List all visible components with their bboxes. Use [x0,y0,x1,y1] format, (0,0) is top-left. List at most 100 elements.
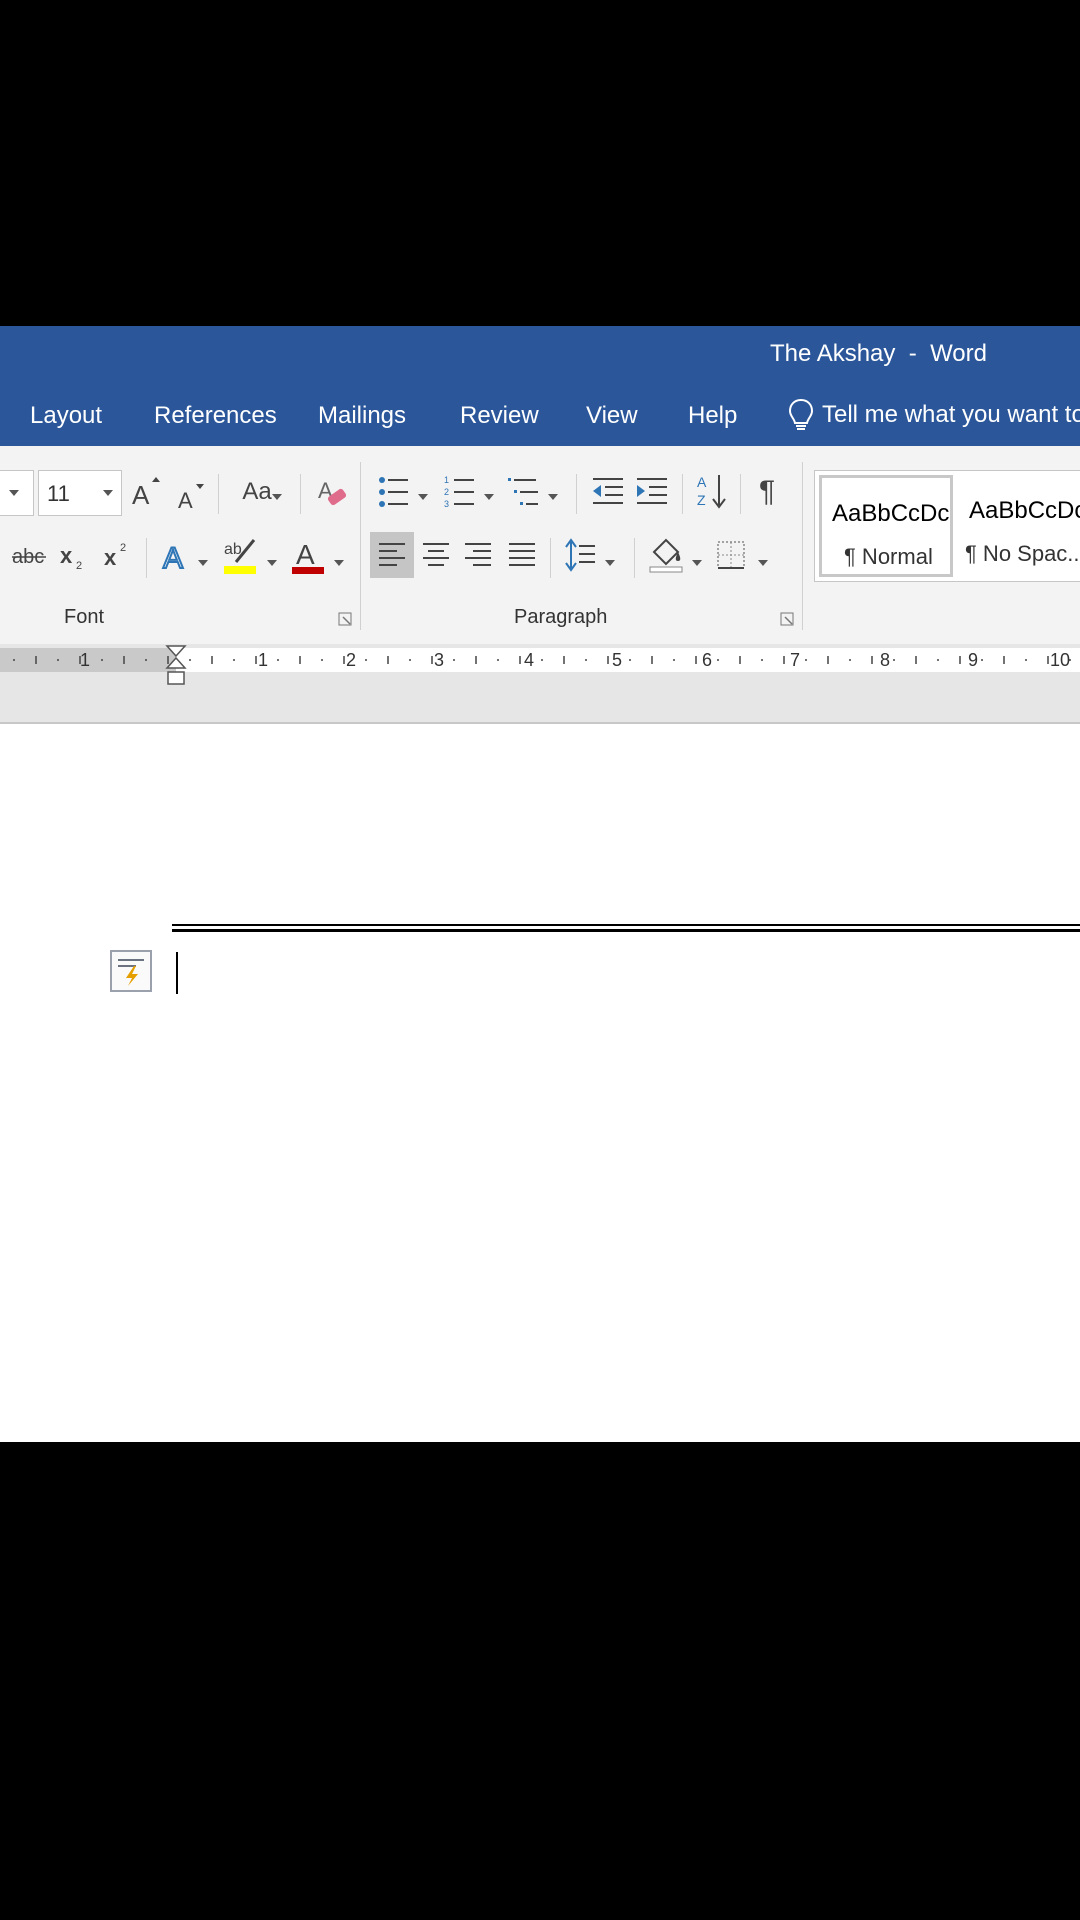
align-center-icon [423,543,449,566]
svg-text:A: A [296,539,315,570]
horizontal-rule-thick [172,929,1080,932]
strikethrough-button[interactable]: abc [10,538,48,574]
separator [146,538,147,578]
dialog-launcher-icon[interactable] [780,612,794,626]
svg-text:A: A [132,480,150,510]
line-spacing-button[interactable] [562,534,598,576]
chevron-down-icon [9,490,19,496]
font-color-button[interactable]: A [290,534,326,578]
justify-icon [509,543,535,566]
paint-bucket-icon [649,538,683,573]
line-spacing-icon [565,538,595,572]
chevron-down-icon [484,494,494,500]
style-name: ¶ No Spac... [965,541,1080,566]
svg-text:1: 1 [444,475,449,485]
font-group-label: Font [64,606,105,628]
sort-button[interactable]: A Z [694,470,730,512]
horizontal-ruler[interactable]: 1 1 2 3 4 5 6 7 8 9 10 [0,644,1080,692]
lightbulb-icon [788,398,814,430]
decrease-indent-button[interactable] [590,472,626,512]
dialog-launcher-icon[interactable] [338,612,352,626]
clear-formatting-button[interactable]: A [316,472,350,512]
style-sample: AaBbCcDc [832,500,950,527]
separator [740,474,741,514]
style-normal[interactable]: AaBbCcDc ¶ Normal [819,475,953,577]
font-name-combo[interactable] [0,470,34,516]
numbering-icon: 1 2 3 [444,475,474,509]
borders-button[interactable] [714,534,748,576]
align-center-button[interactable] [418,534,454,576]
numbering-button[interactable]: 1 2 3 [442,472,478,512]
tab-help[interactable]: Help [688,402,737,430]
superscript-button[interactable]: x 2 [102,538,132,574]
font-size-combo[interactable]: 11 [38,470,122,516]
svg-text:A: A [697,474,707,490]
multilevel-list-button[interactable] [506,472,542,512]
increase-indent-button[interactable] [634,472,670,512]
text-highlight-button[interactable]: ab [222,534,260,578]
style-no-spacing[interactable]: AaBbCcDc ¶ No Spac... [959,475,1080,575]
autoformat-options-button[interactable] [110,950,152,992]
justify-button[interactable] [504,534,540,576]
ribbon-tabs: Layout References Mailings Review View H… [0,382,1080,446]
borders-icon [717,541,745,569]
change-case-button[interactable]: Aa [232,472,282,512]
style-sample: AaBbCcDc [969,497,1080,524]
svg-text:x: x [60,543,73,568]
chevron-down-icon [103,490,113,496]
tab-layout[interactable]: Layout [30,402,102,430]
show-formatting-button[interactable]: ¶ [754,470,788,512]
chevron-down-icon [198,560,208,566]
align-left-icon [379,543,405,566]
styles-gallery: AaBbCcDc ¶ Normal AaBbCcDc ¶ No Spac... [814,470,1080,582]
svg-text:2: 2 [76,560,82,572]
bullets-button[interactable] [376,472,412,512]
style-name: ¶ Normal [844,544,933,569]
font-color-icon: A [292,539,324,574]
ribbon: 11 A A Aa A abc x 2 x 2 A ab A Font 1 2 … [0,446,1080,645]
grow-font-icon: A [132,477,160,510]
align-left-button[interactable] [370,532,414,578]
chevron-down-icon [267,560,277,566]
svg-text:2: 2 [120,542,126,554]
separator [550,538,551,578]
text-effects-button[interactable]: A [160,536,192,576]
grow-font-button[interactable]: A [130,472,162,512]
chevron-down-icon [272,494,282,500]
font-size-value: 11 [47,481,70,506]
text-cursor [176,952,178,994]
separator [576,474,577,514]
separator [218,474,219,514]
document-page[interactable] [0,722,1080,1442]
strikethrough-icon: abc [12,546,46,568]
svg-text:¶: ¶ [759,475,775,508]
window-title: The Akshay - Word [770,340,987,367]
shrink-font-button[interactable]: A [176,476,206,514]
title-bar: The Akshay - Word [0,326,1080,382]
chevron-down-icon [605,560,615,566]
tab-references[interactable]: References [154,402,277,430]
increase-indent-icon [637,478,667,504]
svg-text:A: A [178,488,193,513]
chevron-down-icon [758,560,768,566]
align-right-button[interactable] [460,534,496,576]
svg-text:Z: Z [697,492,706,508]
tab-view[interactable]: View [586,402,638,430]
svg-text:A: A [163,542,183,575]
subscript-button[interactable]: x 2 [58,538,88,574]
group-separator [802,462,803,630]
tell-me-search[interactable]: Tell me what you want to [788,398,1080,432]
shrink-font-icon: A [178,484,204,513]
tab-review[interactable]: Review [460,402,539,430]
chevron-down-icon [548,494,558,500]
bullets-icon [379,477,408,507]
subscript-icon: x 2 [60,543,82,572]
tab-mailings[interactable]: Mailings [318,402,406,430]
sort-az-icon: A Z [697,474,726,509]
shading-button[interactable] [646,532,686,576]
svg-text:ab: ab [224,541,242,558]
highlighter-icon: ab [224,539,256,574]
indent-marker-icon[interactable] [165,644,187,690]
tell-me-text: Tell me what you want to [822,401,1080,428]
svg-text:2: 2 [444,487,449,497]
